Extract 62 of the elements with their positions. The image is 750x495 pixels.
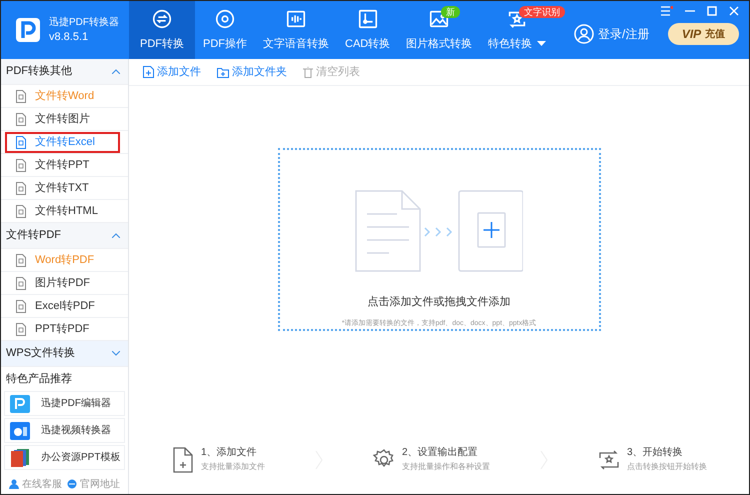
vip-recharge-button[interactable]: VIP 充值 — [668, 23, 739, 45]
document-icon — [15, 182, 27, 194]
footer-link[interactable]: 在线客服 — [9, 476, 62, 492]
folder-icon — [217, 66, 229, 78]
group-header[interactable]: 文件转PDF — [1, 223, 128, 249]
product-link[interactable]: 迅捷视频转换器 — [4, 418, 125, 443]
section-title: 特色产品推荐 — [5, 372, 73, 387]
step-title: 1、添加文件 — [201, 446, 258, 460]
sidebar-item[interactable]: 文件转Excel — [5, 132, 120, 152]
group-header[interactable]: PDF转换其他 — [1, 59, 128, 85]
app-name: 迅捷PDF转换器 — [49, 16, 119, 30]
step-subtitle: 支持批量操作和各种设置 — [402, 461, 490, 473]
document-icon — [15, 254, 27, 266]
document-icon — [15, 276, 27, 290]
chevron-down-icon — [112, 351, 120, 356]
login-button[interactable]: 登录/注册 — [574, 24, 650, 44]
step-title: 2、设置输出配置 — [402, 446, 479, 460]
pdf-editor-icon — [9, 394, 31, 414]
document-icon — [15, 158, 27, 172]
menu-icon[interactable] — [661, 6, 673, 16]
video-converter-icon — [9, 420, 31, 440]
trash-icon — [303, 66, 313, 78]
sidebar-item[interactable]: 文件转图片 — [5, 108, 120, 130]
nav-tab[interactable]: CAD转换 — [337, 1, 398, 59]
toolbar-button[interactable]: 添加文件 — [143, 64, 201, 80]
person-icon — [9, 479, 19, 489]
sidebar-item[interactable]: 图片转PDF — [5, 272, 120, 294]
user-icon — [574, 24, 594, 44]
step-subtitle: 点击转换按钮开始转换 — [627, 461, 707, 473]
group-header[interactable]: WPS文件转换 — [1, 341, 128, 367]
product-link[interactable]: 办公资源PPT模板 — [4, 445, 125, 470]
nav-tab[interactable]: PDF转换 — [129, 1, 195, 59]
sidebar-item[interactable]: 文件转PPT — [5, 154, 120, 176]
app-version: v8.8.5.1 — [49, 30, 90, 45]
close-icon[interactable] — [729, 6, 739, 16]
cad-icon — [356, 8, 379, 30]
add-file-icon — [171, 447, 195, 473]
step-subtitle: 支持批量添加文件 — [201, 461, 265, 473]
document-icon — [15, 136, 27, 148]
sidebar-item[interactable]: Excel转PDF — [5, 296, 120, 316]
document-icon — [15, 204, 27, 218]
product-link[interactable]: 迅捷PDF编辑器 — [4, 391, 125, 416]
sidebar-item[interactable]: 文件转HTML — [5, 200, 120, 222]
nav-tab[interactable]: 文字语音转换 — [255, 1, 337, 59]
ppt-template-icon — [9, 448, 31, 468]
document-icon — [15, 322, 27, 336]
app-logo-icon — [15, 17, 41, 43]
badge: 文字识别 — [519, 6, 566, 18]
sidebar-item[interactable]: PPT转PDF — [5, 318, 120, 340]
step-title: 3、开始转换 — [627, 446, 684, 460]
maximize-icon[interactable] — [707, 6, 717, 16]
nav-tab[interactable]: PDF操作 — [195, 1, 255, 59]
badge: 新 — [441, 6, 460, 18]
document-icon — [15, 112, 27, 126]
convert-icon — [151, 8, 173, 30]
document-icon — [15, 90, 27, 102]
add-file-icon — [143, 66, 154, 78]
document-icon — [15, 300, 27, 312]
chevron-up-icon — [112, 233, 120, 238]
sidebar-item[interactable]: 文件转TXT — [5, 178, 120, 198]
toolbar-button[interactable]: 添加文件夹 — [217, 64, 287, 80]
chevron-up-icon — [112, 69, 120, 74]
